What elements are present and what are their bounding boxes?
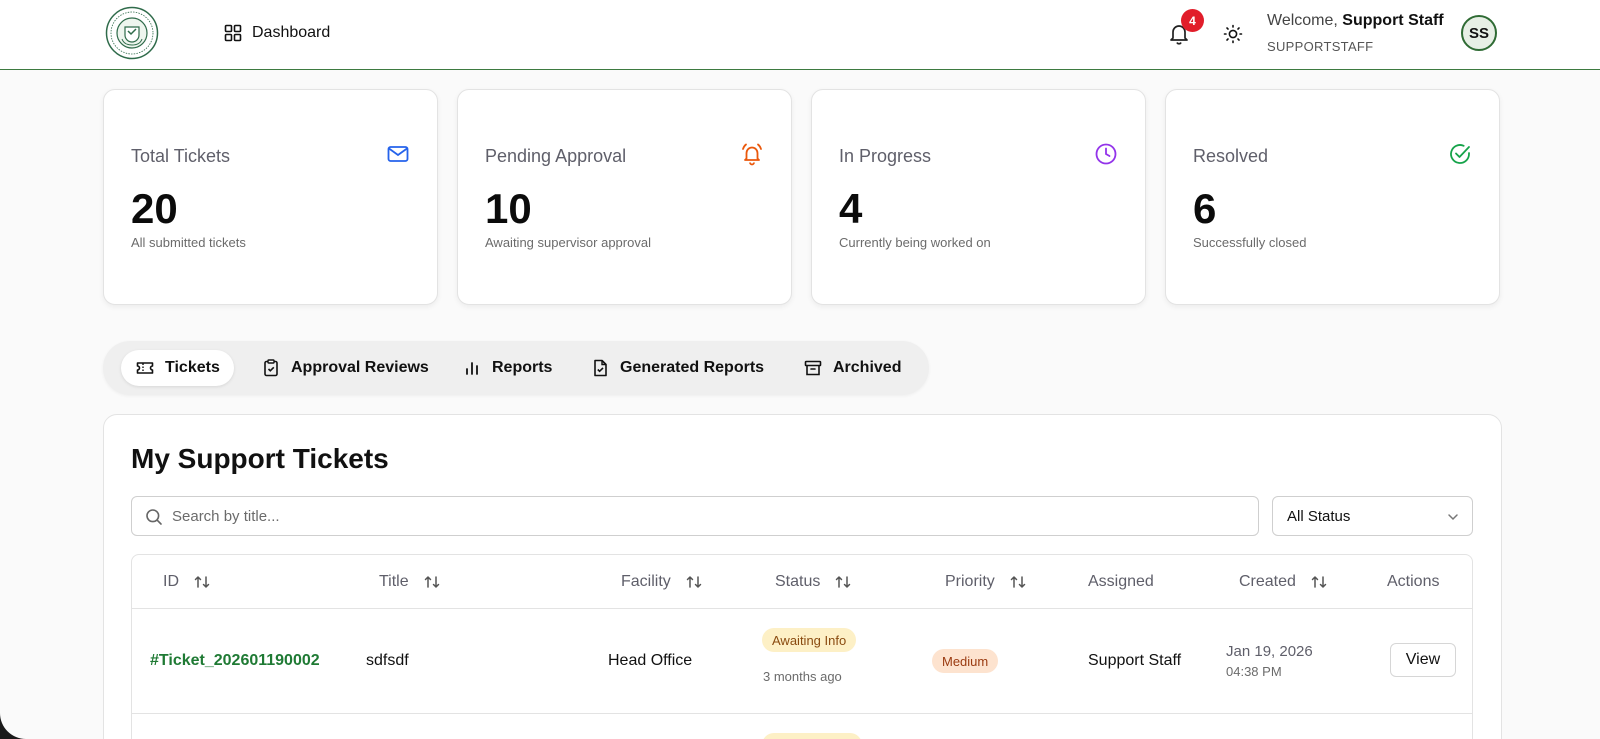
stat-value: 10 xyxy=(485,185,532,232)
ticket-assignee: Support Staff xyxy=(1088,652,1182,669)
sort-icon[interactable] xyxy=(834,573,852,591)
stat-subtitle: Currently being worked on xyxy=(839,235,991,250)
sort-icon[interactable] xyxy=(1009,573,1027,591)
column-label: Assigned xyxy=(1088,573,1154,590)
status-filter-select[interactable]: All Status xyxy=(1272,496,1473,536)
sort-icon[interactable] xyxy=(685,573,703,591)
column-header-facility[interactable]: Facility xyxy=(621,573,703,591)
column-header-title[interactable]: Title xyxy=(379,573,441,591)
tab-reports[interactable]: Reports xyxy=(448,350,566,386)
ticket-title: sdfsdf xyxy=(366,652,409,669)
stat-title: Total Tickets xyxy=(131,146,231,166)
tab-label: Tickets xyxy=(165,359,220,376)
check-circle-icon xyxy=(1450,144,1470,164)
welcome-prefix: Welcome, xyxy=(1267,12,1338,29)
search-input[interactable] xyxy=(172,497,1252,535)
tab-tickets[interactable]: Tickets xyxy=(121,350,234,386)
column-label: Status xyxy=(775,573,821,590)
column-label: Title xyxy=(379,573,409,590)
status-age: 3 months ago xyxy=(763,669,842,684)
created-time: 04:38 PM xyxy=(1226,664,1282,679)
stat-title: In Progress xyxy=(839,146,932,166)
stat-subtitle: Successfully closed xyxy=(1193,235,1307,250)
table-header: ID Title Facility Status Priority Assign… xyxy=(132,555,1472,609)
bell-ring-icon xyxy=(742,143,762,166)
table-row: #Ticket_202601190002 sdfsdf Head Office … xyxy=(132,610,1472,714)
stat-value: 20 xyxy=(131,185,178,232)
column-label: ID xyxy=(163,573,179,590)
stat-card-total-tickets: Total Tickets 20 All submitted tickets xyxy=(103,89,438,305)
view-ticket-button[interactable]: View xyxy=(1390,643,1456,677)
sort-icon[interactable] xyxy=(1310,573,1328,591)
dashboard-page: Dashboard 4 Welcome, Support Staff SUPPO… xyxy=(0,0,1600,739)
support-tickets-panel: My Support Tickets All Status ID Title xyxy=(103,414,1502,739)
sort-icon[interactable] xyxy=(193,573,211,591)
ticket-id-link[interactable]: #Ticket_202601190002 xyxy=(150,652,320,670)
bar-chart-icon xyxy=(466,362,478,375)
chevron-down-icon xyxy=(1448,514,1458,521)
column-label: Facility xyxy=(621,573,671,590)
grid-icon xyxy=(224,24,242,42)
tab-archived[interactable]: Archived xyxy=(789,350,915,386)
tab-approval-reviews[interactable]: Approval Reviews xyxy=(247,350,443,386)
user-avatar[interactable]: SS xyxy=(1461,15,1497,51)
panel-title: My Support Tickets xyxy=(131,443,389,474)
user-name: Support Staff xyxy=(1342,12,1444,29)
column-header-actions: Actions xyxy=(1387,573,1439,591)
column-header-status[interactable]: Status xyxy=(775,573,852,591)
tab-generated-reports[interactable]: Generated Reports xyxy=(576,350,778,386)
clipboard-check-icon xyxy=(264,359,278,377)
created-date: Jan 19, 2026 xyxy=(1226,643,1313,660)
organization-logo[interactable] xyxy=(105,6,159,60)
table-row xyxy=(132,715,1472,739)
stat-card-pending-approval: Pending Approval 10 Awaiting supervisor … xyxy=(457,89,792,305)
status-badge xyxy=(762,733,862,739)
stat-subtitle: Awaiting supervisor approval xyxy=(485,235,651,250)
ticket-icon xyxy=(136,362,154,374)
column-header-priority[interactable]: Priority xyxy=(945,573,1027,591)
nav-dashboard-label: Dashboard xyxy=(252,24,331,41)
mail-icon xyxy=(387,146,409,162)
column-header-created[interactable]: Created xyxy=(1239,573,1328,591)
stat-value: 6 xyxy=(1193,185,1217,232)
stat-value: 4 xyxy=(839,185,863,232)
column-label: Created xyxy=(1239,573,1296,590)
stat-title: Pending Approval xyxy=(485,146,627,166)
search-box xyxy=(131,496,1259,536)
column-label: Priority xyxy=(945,573,995,590)
notification-count-badge: 4 xyxy=(1181,9,1204,32)
clock-icon xyxy=(1095,143,1117,165)
file-check-icon xyxy=(594,359,607,377)
sort-icon[interactable] xyxy=(423,573,441,591)
top-navbar: Dashboard 4 Welcome, Support Staff SUPPO… xyxy=(0,0,1600,70)
archive-icon xyxy=(804,360,822,376)
tab-label: Generated Reports xyxy=(620,359,765,376)
priority-badge: Medium xyxy=(932,649,999,673)
status-filter-value: All Status xyxy=(1287,508,1351,525)
user-role: SUPPORTSTAFF xyxy=(1267,39,1374,54)
welcome-message: Welcome, Support Staff xyxy=(1267,12,1444,30)
stat-card-in-progress: In Progress 4 Currently being worked on xyxy=(811,89,1146,305)
stat-subtitle: All submitted tickets xyxy=(131,235,246,250)
tab-label: Approval Reviews xyxy=(291,359,429,376)
column-header-assigned: Assigned xyxy=(1088,573,1154,591)
nav-dashboard-link[interactable]: Dashboard xyxy=(224,20,330,46)
status-badge: Awaiting Info xyxy=(762,628,857,652)
main-tabs: Tickets Approval Reviews Reports Generat… xyxy=(103,341,929,395)
ticket-facility: Head Office xyxy=(608,652,693,669)
stat-card-resolved: Resolved 6 Successfully closed xyxy=(1165,89,1500,305)
search-icon xyxy=(146,509,162,525)
tab-label: Reports xyxy=(492,359,553,376)
column-header-id[interactable]: ID xyxy=(163,573,211,591)
tab-label: Archived xyxy=(833,359,902,376)
stat-title: Resolved xyxy=(1193,146,1269,166)
tickets-table: ID Title Facility Status Priority Assign… xyxy=(131,554,1473,739)
column-label: Actions xyxy=(1387,573,1440,590)
theme-toggle-sun-icon[interactable] xyxy=(1222,23,1244,45)
